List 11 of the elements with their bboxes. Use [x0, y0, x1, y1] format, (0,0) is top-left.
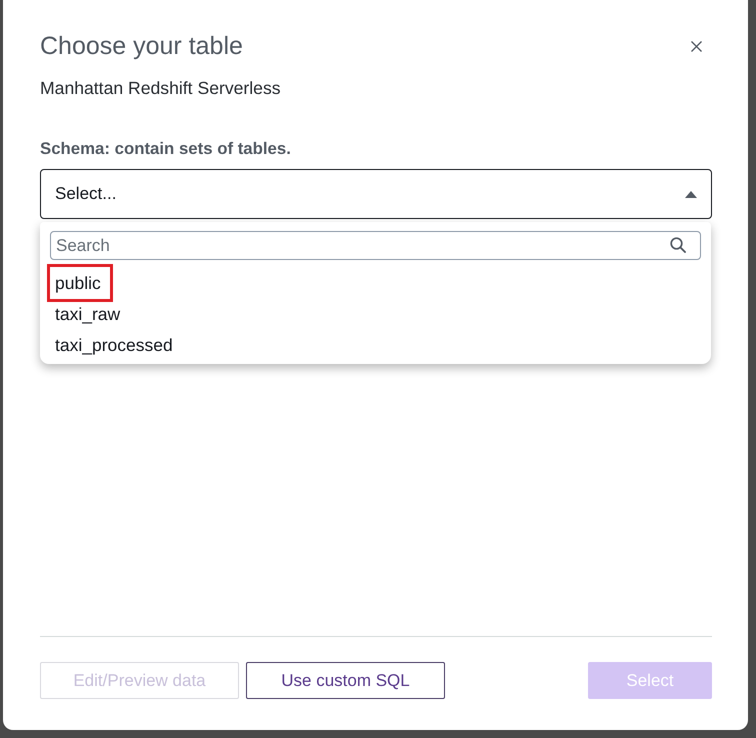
dropdown-option[interactable]: public — [40, 268, 711, 299]
search-icon — [670, 237, 686, 253]
dialog-title: Choose your table — [40, 31, 243, 62]
outline-button[interactable]: Use custom SQL — [246, 662, 445, 699]
dropdown-option[interactable]: taxi_processed — [40, 330, 711, 361]
dialog-subtitle: Manhattan Redshift Serverless — [40, 77, 281, 99]
close-icon — [690, 40, 702, 52]
dropdown-option[interactable]: taxi_raw — [40, 299, 711, 330]
search-field[interactable]: Search — [50, 231, 701, 260]
field-label: Schema: contain sets of tables. — [40, 138, 291, 160]
select-field[interactable]: Select... — [40, 169, 712, 219]
